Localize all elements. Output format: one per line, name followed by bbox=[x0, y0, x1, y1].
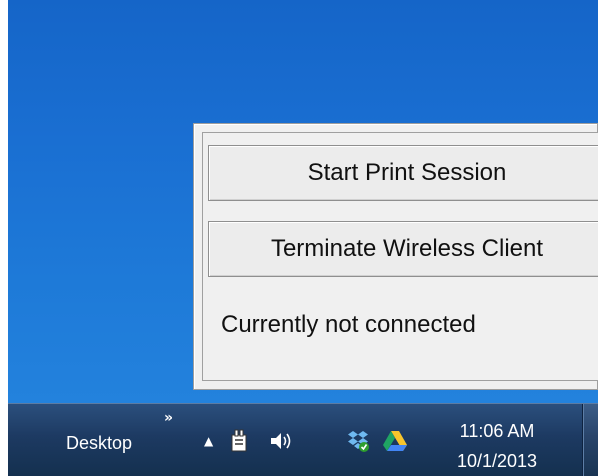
toolbar-chevron-icon[interactable]: » bbox=[164, 410, 173, 426]
google-drive-icon[interactable] bbox=[382, 428, 407, 454]
clock-date: 10/1/2013 bbox=[456, 451, 538, 471]
clock-time: 11:06 AM bbox=[459, 421, 535, 441]
terminate-wireless-client-button[interactable]: Terminate Wireless Client bbox=[208, 221, 598, 277]
desktop-toolbar-label[interactable]: Desktop bbox=[66, 433, 132, 454]
show-desktop-button[interactable] bbox=[582, 404, 598, 476]
start-print-session-button[interactable]: Start Print Session bbox=[208, 145, 598, 201]
volume-icon[interactable] bbox=[268, 428, 292, 454]
print-session-popup: Start Print Session Terminate Wireless C… bbox=[193, 123, 598, 390]
dropbox-icon[interactable] bbox=[346, 428, 370, 454]
connection-status-text: Currently not connected bbox=[221, 311, 476, 338]
system-clock[interactable]: 11:06 AM 10/1/2013 bbox=[442, 416, 552, 476]
popup-panel: Start Print Session Terminate Wireless C… bbox=[202, 132, 598, 381]
show-hidden-icons-arrow-icon[interactable]: ▲ bbox=[204, 434, 213, 448]
taskbar: Desktop » ▲ 11:06 AM 10/1/2013 bbox=[8, 403, 598, 476]
power-icon[interactable] bbox=[228, 428, 252, 454]
